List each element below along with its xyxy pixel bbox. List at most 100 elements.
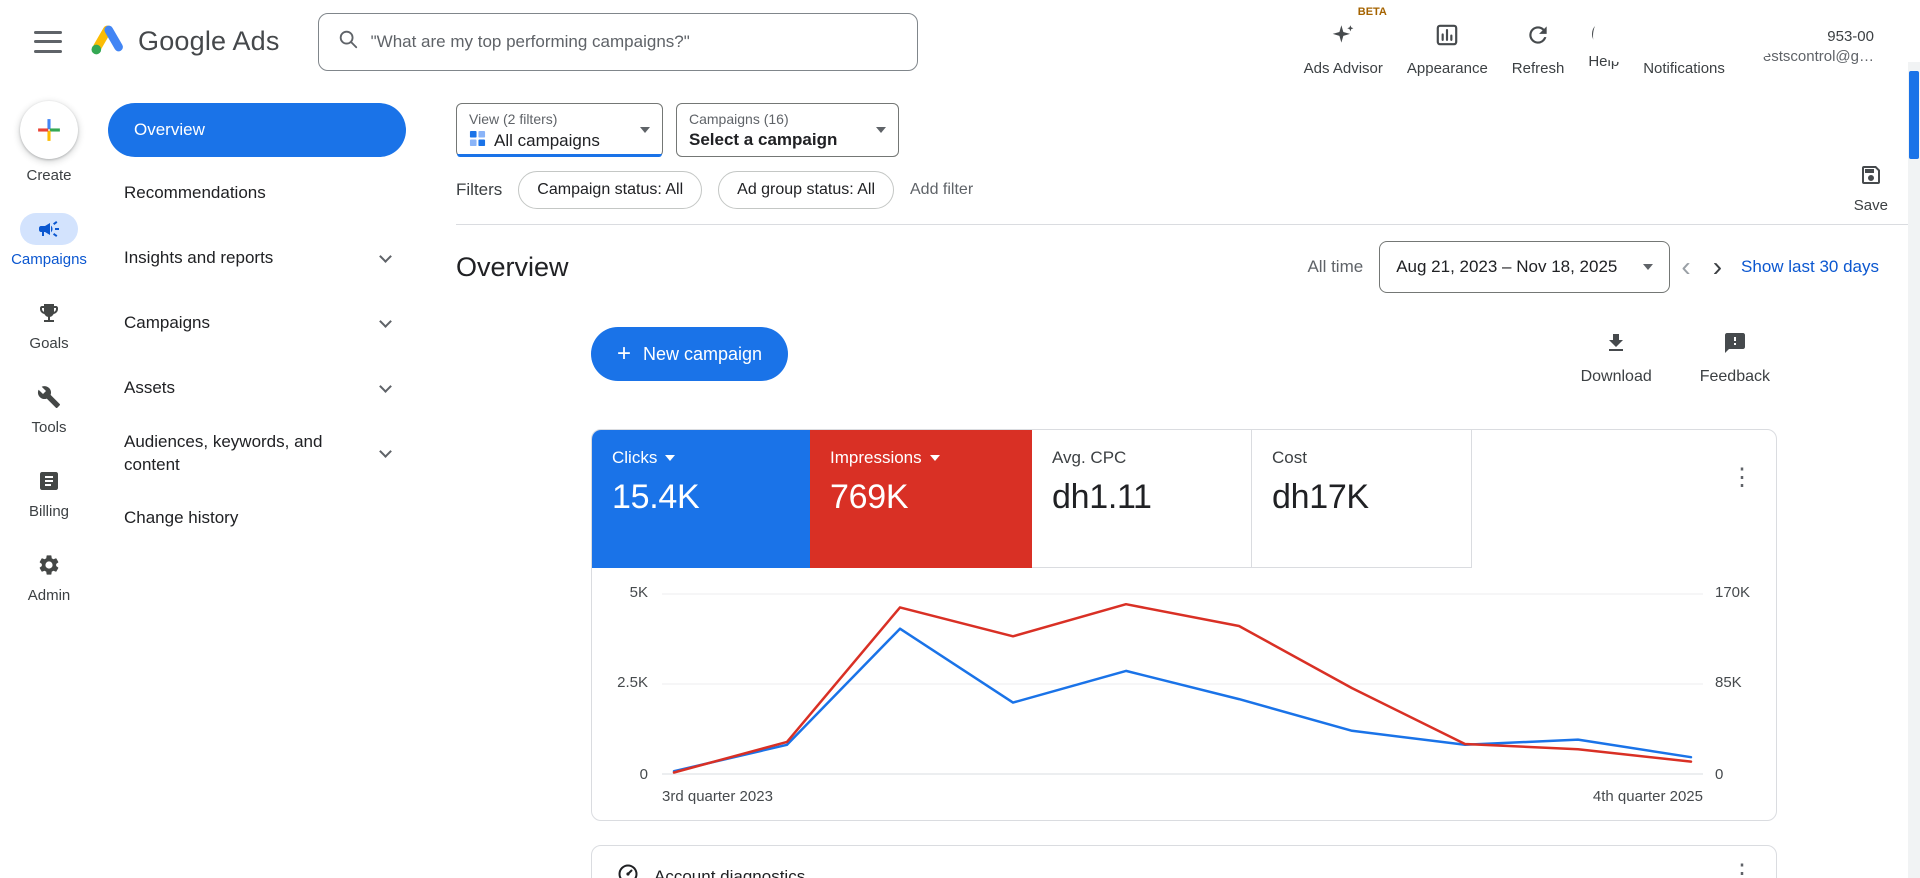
save-icon [1859, 163, 1883, 191]
rail-item-billing[interactable]: Billing [20, 465, 78, 520]
previous-period-button[interactable]: ‹ [1670, 253, 1701, 281]
card-menu-button[interactable]: ⋮ [1730, 466, 1754, 490]
google-ads-logo-icon [88, 19, 128, 64]
campaign-selector-dropdown[interactable]: Campaigns (16) Select a campaign [676, 103, 899, 157]
download-button[interactable]: Download [1581, 331, 1652, 386]
new-campaign-label: New campaign [643, 343, 763, 364]
next-period-button[interactable]: › [1702, 253, 1733, 281]
x-axis-start-label: 3rd quarter 2023 [662, 788, 773, 805]
plus-icon: + [617, 340, 632, 367]
filter-chip-campaign-status[interactable]: Campaign status: All [518, 171, 703, 209]
rail-item-campaigns[interactable]: Campaigns [11, 213, 87, 268]
filters-label: Filters [456, 180, 503, 199]
sparkle-icon [1330, 22, 1356, 53]
view-selector-dropdown[interactable]: View (2 filters) All campaigns [456, 103, 663, 157]
ads-advisor-button[interactable]: BETA Ads Advisor [1303, 6, 1387, 77]
megaphone-icon [20, 213, 78, 245]
google-ads-app: Google Ads BETA Ads Advisor Appearance [0, 0, 1920, 878]
sidebar-item-overview[interactable]: Overview [108, 103, 406, 157]
impressions-label: Impressions [830, 448, 922, 467]
performance-card: Clicks 15.4K Impressions 769K Avg. CPC d… [591, 429, 1777, 821]
main-content: View (2 filters) All campaigns Campaigns… [420, 83, 1920, 878]
feedback-label: Feedback [1699, 368, 1770, 385]
avg-cpc-value: dh1.11 [1052, 478, 1152, 516]
ads-advisor-label: Ads Advisor [1303, 59, 1383, 77]
sidebar-item-audiences-keywords-content[interactable]: Audiences, keywords, and content [98, 421, 420, 486]
view-selector-value: All campaigns [494, 131, 600, 150]
topbar-actions: BETA Ads Advisor Appearance Refresh ? [1292, 6, 1920, 77]
main-menu-button[interactable] [34, 30, 62, 53]
notifications-label: Notifications [1643, 59, 1725, 77]
diagnostics-gauge-icon [616, 862, 640, 878]
y-axis-right-tick: 0 [1715, 766, 1724, 783]
overview-header: Overview All time Aug 21, 2023 – Nov 18,… [456, 239, 1879, 295]
date-range-dropdown[interactable]: Aug 21, 2023 – Nov 18, 2025 [1379, 241, 1671, 293]
search-icon [337, 28, 359, 55]
account-email: estscontrol@g… [1762, 47, 1874, 65]
billing-rail-label: Billing [28, 503, 70, 520]
rail-item-tools[interactable]: Tools [20, 381, 78, 436]
chevron-down-icon [379, 249, 392, 263]
add-filter-button[interactable]: Add filter [910, 181, 973, 199]
date-scope-label: All time [1307, 257, 1364, 276]
filter-chip-ad-group-status[interactable]: Ad group status: All [718, 171, 894, 209]
sidebar: Overview Recommendations Insights and re… [98, 83, 420, 878]
search-input[interactable] [370, 31, 899, 52]
chart-actions: Download Feedback [1581, 331, 1770, 386]
rail-item-admin[interactable]: Admin [20, 549, 78, 604]
refresh-button[interactable]: Refresh [1511, 7, 1565, 77]
search-box[interactable] [317, 12, 918, 71]
create-button[interactable]: Create [20, 101, 78, 184]
page-title: Overview [456, 251, 569, 282]
google-ads-logo[interactable]: Google Ads [88, 19, 280, 64]
save-button[interactable]: Save [1854, 163, 1888, 214]
goals-rail-label: Goals [29, 335, 69, 352]
overview-chart [662, 593, 1703, 775]
diagnostics-menu-button[interactable]: ⋮ [1730, 862, 1754, 878]
grid-view-icon [469, 130, 486, 152]
chevron-down-icon [379, 379, 392, 393]
scorecard-clicks[interactable]: Clicks 15.4K [592, 430, 810, 568]
chart-frame-icon [1434, 22, 1460, 53]
download-label: Download [1580, 368, 1652, 385]
scorecard-row: Clicks 15.4K Impressions 769K Avg. CPC d… [592, 430, 1776, 568]
sidebar-item-insights-and-reports[interactable]: Insights and reports [98, 226, 420, 291]
scorecard-avg-cpc[interactable]: Avg. CPC dh1.11 [1032, 430, 1252, 568]
scrollbar-track[interactable] [1908, 62, 1920, 878]
save-label: Save [1853, 197, 1888, 214]
topbar: Google Ads BETA Ads Advisor Appearance [0, 0, 1920, 83]
y-axis-left-tick: 2.5K [617, 674, 648, 691]
invoice-icon [20, 465, 78, 497]
y-axis-right-tick: 170K [1715, 584, 1751, 601]
feedback-button[interactable]: Feedback [1700, 331, 1770, 386]
refresh-label: Refresh [1511, 59, 1565, 77]
show-last-30-days-link[interactable]: Show last 30 days [1741, 257, 1879, 277]
date-range-value: Aug 21, 2023 – Nov 18, 2025 [1396, 257, 1618, 276]
account-info[interactable]: 953-00 estscontrol@g… [1763, 7, 1874, 68]
clicks-label: Clicks [612, 448, 658, 467]
new-campaign-button[interactable]: + New campaign [591, 327, 789, 381]
metric-caret-icon [929, 455, 940, 461]
tools-rail-label: Tools [31, 419, 67, 436]
beta-badge: BETA [1357, 5, 1387, 18]
download-icon [1604, 331, 1628, 360]
sidebar-item-campaigns[interactable]: Campaigns [98, 291, 420, 356]
toolbar-divider [456, 224, 1920, 225]
scorecard-cost[interactable]: Cost dh17K [1252, 430, 1472, 568]
sidebar-item-change-history[interactable]: Change history [98, 486, 420, 551]
scorecard-impressions[interactable]: Impressions 769K [810, 430, 1032, 568]
y-axis-left-tick: 5K [629, 584, 648, 601]
y-axis-right-tick: 85K [1715, 674, 1742, 691]
gear-icon [20, 549, 78, 581]
avg-cpc-label: Avg. CPC [1052, 448, 1127, 467]
cost-value: dh17K [1272, 478, 1369, 516]
appearance-button[interactable]: Appearance [1407, 7, 1488, 77]
clicks-value: 15.4K [612, 478, 700, 516]
sidebar-item-recommendations[interactable]: Recommendations [98, 161, 420, 226]
dropdown-caret-icon [1643, 264, 1654, 270]
sidebar-item-assets[interactable]: Assets [98, 356, 420, 421]
diagnostics-title: Account diagnostics [654, 866, 806, 878]
scrollbar-thumb[interactable] [1909, 71, 1919, 159]
admin-rail-label: Admin [27, 587, 71, 604]
rail-item-goals[interactable]: Goals [20, 297, 78, 352]
